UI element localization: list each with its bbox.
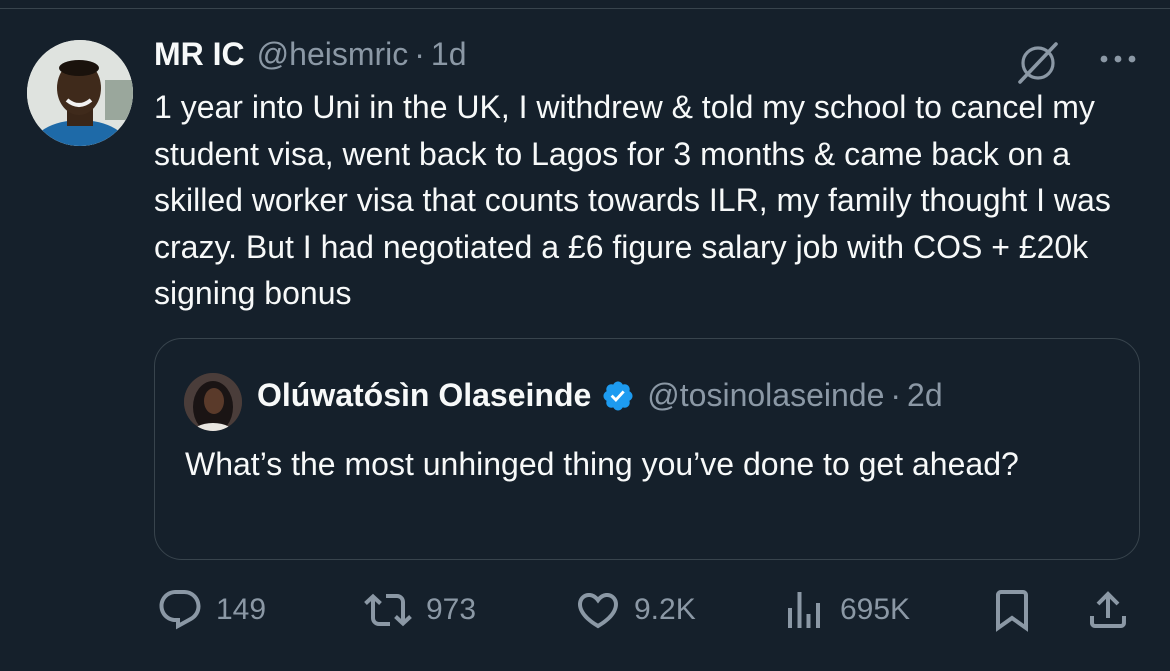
grok-icon[interactable] [1014,38,1062,86]
share-icon [1090,591,1126,628]
repost-icon [364,593,412,627]
views-button[interactable]: 695K [780,585,910,635]
author-avatar[interactable] [27,40,133,146]
tweet-timestamp[interactable]: 1d [431,36,467,73]
quoted-tweet-timestamp[interactable]: 2d [907,377,943,414]
quoted-header-separator: · [890,377,902,413]
quoted-tweet-text: What’s the most unhinged thing you’ve do… [185,446,1019,482]
verified-badge-icon [603,380,633,411]
quoted-author-name[interactable]: Olúwatósìn Olaseinde [257,377,591,414]
bookmark-button[interactable] [988,585,1036,635]
quoted-author-avatar[interactable] [184,373,242,431]
view-count: 695K [840,593,911,626]
action-bar: 149 973 9.2K 695K [0,585,1170,635]
repost-count: 973 [426,593,477,626]
reply-icon [159,590,201,630]
tweet-header: MR IC @heismric · 1d [154,36,467,76]
author-name[interactable]: MR IC [154,36,245,73]
like-button[interactable]: 9.2K [574,585,696,635]
views-icon [788,592,820,628]
like-icon [577,593,619,629]
reply-count: 149 [216,593,267,626]
quoted-tweet[interactable]: Olúwatósìn Olaseinde @tosinolaseinde · 2… [154,338,1140,560]
repost-button[interactable]: 973 [362,585,476,635]
quoted-tweet-header: Olúwatósìn Olaseinde @tosinolaseinde · 2… [257,377,943,414]
share-button[interactable] [1084,585,1132,635]
author-handle[interactable]: @heismric [257,36,409,73]
like-count: 9.2K [634,593,696,626]
bookmark-icon [996,590,1028,632]
tweet[interactable]: MR IC @heismric · 1d 1 year into Uni in … [0,0,1170,671]
more-icon[interactable] [1094,44,1142,74]
reply-button[interactable]: 149 [156,585,266,635]
quoted-author-handle[interactable]: @tosinolaseinde [647,377,884,414]
header-separator: · [414,36,425,72]
tweet-text: 1 year into Uni in the UK, I withdrew & … [154,89,1111,311]
